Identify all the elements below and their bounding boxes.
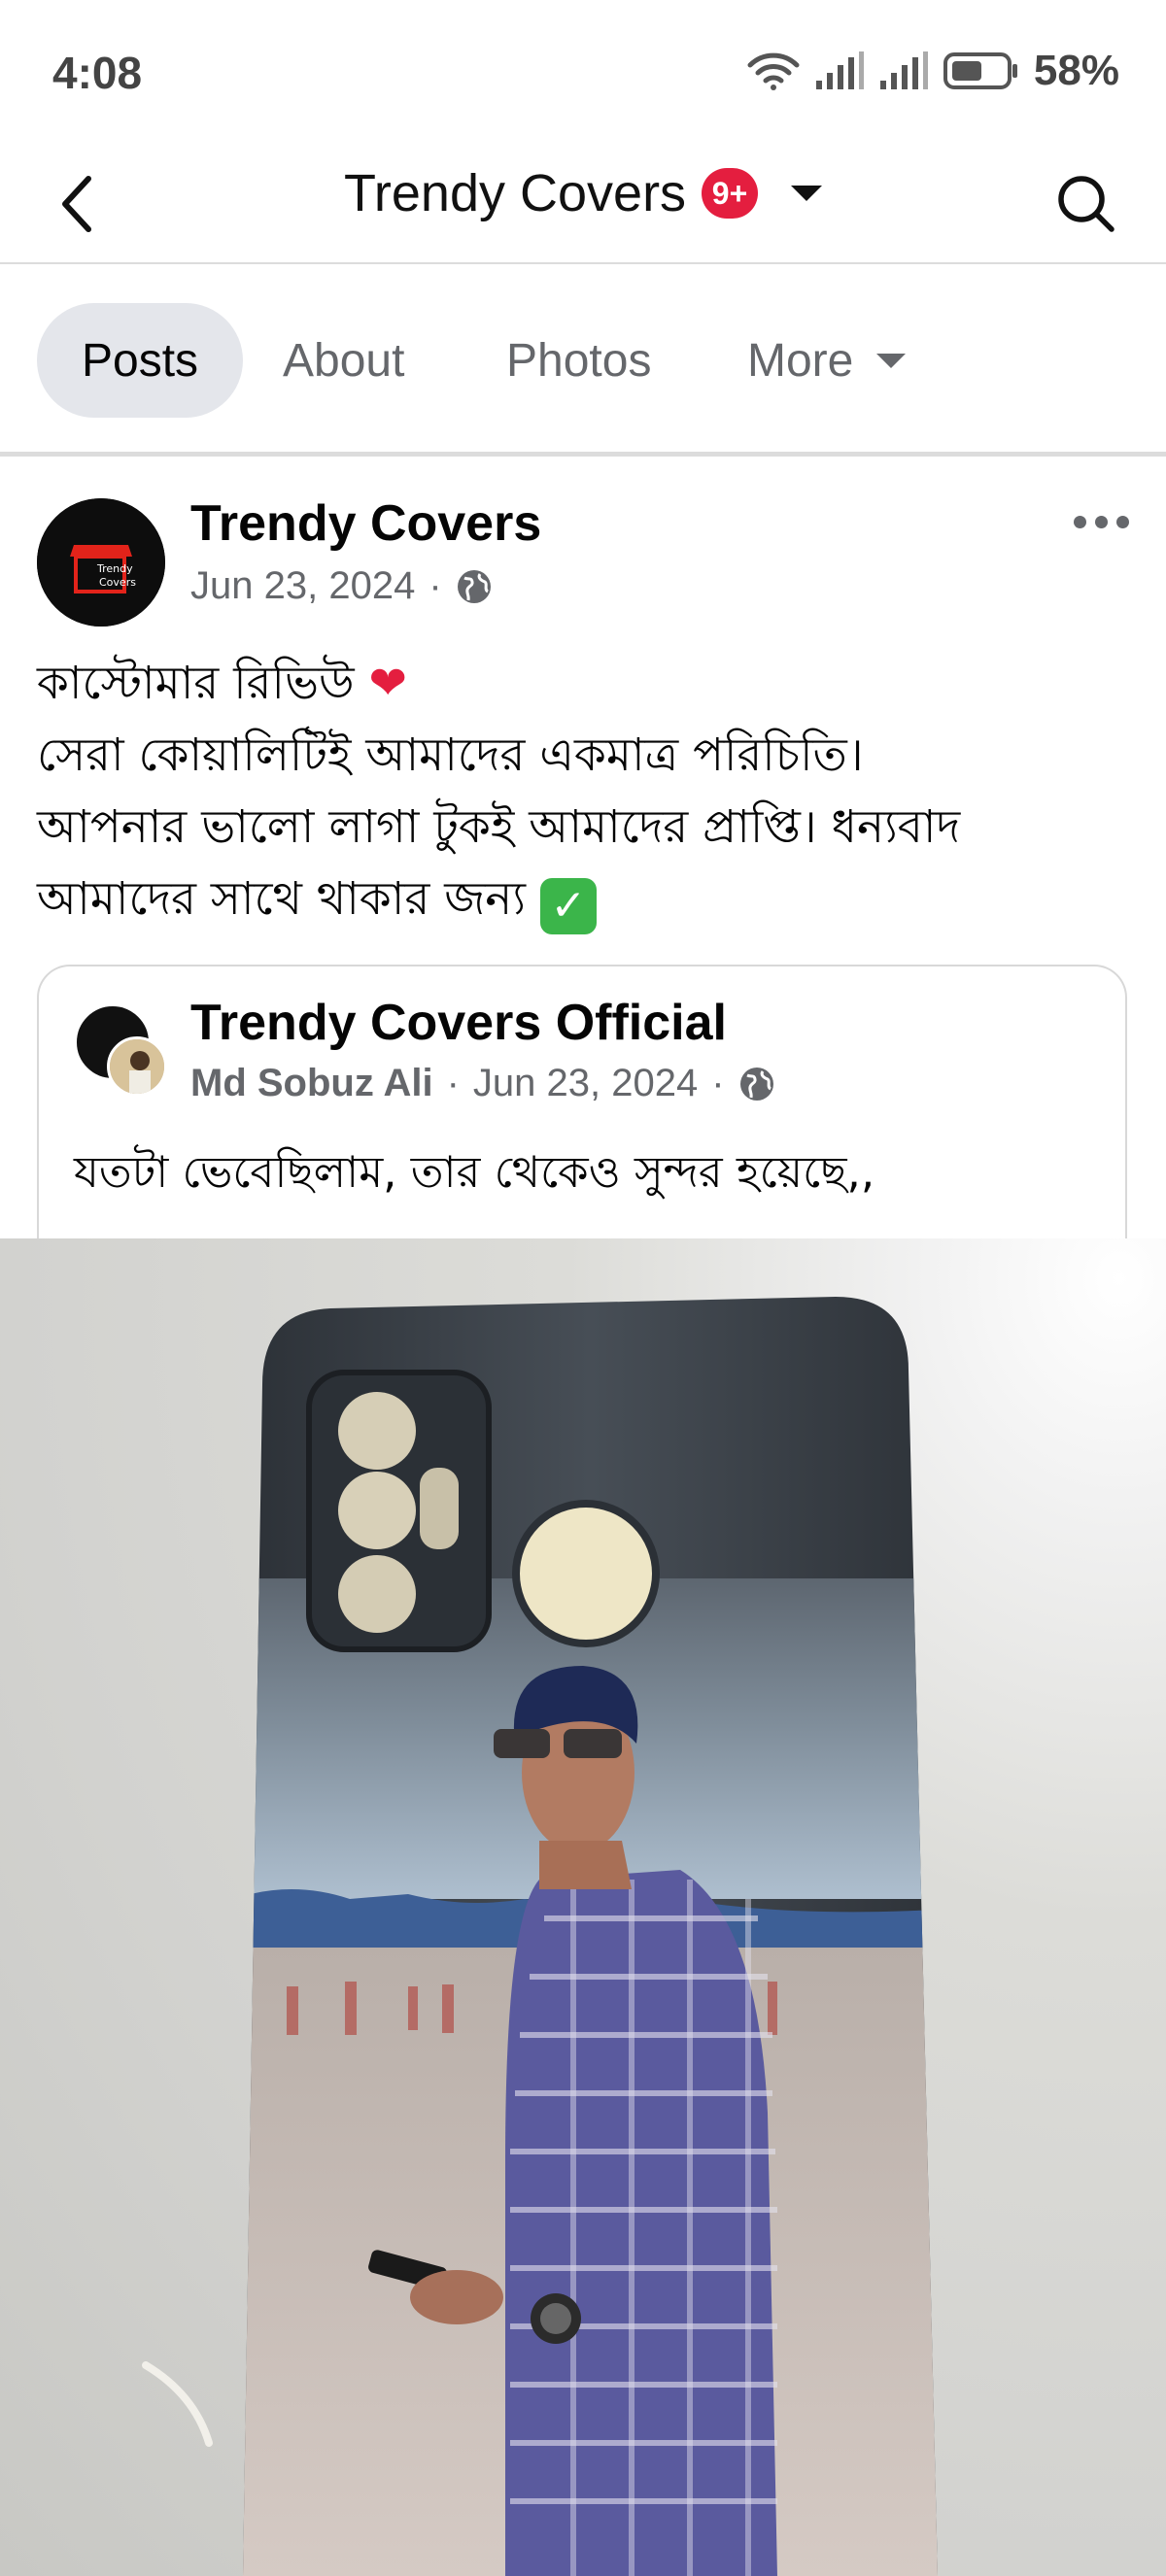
shared-date[interactable]: Jun 23, 2024 xyxy=(473,1062,698,1105)
avatar[interactable]: Trendy Covers xyxy=(37,498,165,627)
tab-more-label: More xyxy=(747,334,854,387)
chevron-down-icon xyxy=(876,353,907,368)
globe-icon xyxy=(739,1067,773,1101)
shared-page-name[interactable]: Trendy Covers Official xyxy=(190,994,727,1052)
signal-icon xyxy=(815,51,864,89)
post-text-line-3: আপনার ভালো লাগা টুকই আমাদের প্রাপ্তি। ধন… xyxy=(37,800,961,854)
heart-icon: ❤ xyxy=(368,657,407,710)
post-text-line-2: সেরা কোয়ালিটিই আমাদের একমাত্র পরিচিতি। xyxy=(37,729,864,782)
tab-more[interactable]: More xyxy=(747,303,907,418)
tab-about[interactable]: About xyxy=(283,303,404,418)
post-date[interactable]: Jun 23, 2024 xyxy=(190,564,415,608)
svg-text:Trendy: Trendy xyxy=(96,562,133,575)
tab-photos[interactable]: Photos xyxy=(506,303,651,418)
phone-case-photo xyxy=(142,1297,938,2576)
post-meta: Jun 23, 2024 · xyxy=(190,564,493,608)
page-tabs: Posts About Photos More xyxy=(0,264,1166,457)
meta-separator: · xyxy=(711,1062,725,1104)
search-icon xyxy=(1058,176,1115,232)
tab-posts[interactable]: Posts xyxy=(37,303,244,418)
page-logo: Trendy Covers xyxy=(37,498,165,627)
page-title-group[interactable]: Trendy Covers 9+ xyxy=(0,163,1166,223)
globe-icon xyxy=(457,569,491,603)
shared-post-meta: Md Sobuz Ali · Jun 23, 2024 · xyxy=(190,1062,775,1105)
shared-post-card[interactable]: Trendy Covers Official Md Sobuz Ali · Ju… xyxy=(37,965,1127,1256)
shared-avatar[interactable] xyxy=(74,1003,167,1097)
post-author[interactable]: Trendy Covers xyxy=(190,494,541,553)
status-bar: 4:08 58% xyxy=(0,0,1166,146)
signal-icon-2 xyxy=(879,51,928,89)
post-text: কাস্টোমার রিভিউ ❤ সেরা কোয়ালিটিই আমাদের… xyxy=(37,648,1125,935)
notification-badge: 9+ xyxy=(702,168,759,219)
svg-text:Covers: Covers xyxy=(99,576,136,589)
post-photo[interactable] xyxy=(0,1238,1166,2576)
post-text-line-4: আমাদের সাথে থাকার জন্য xyxy=(37,872,526,926)
check-mark-icon: ✓ xyxy=(539,878,597,934)
shared-post-text: যতটা ভেবেছিলাম, তার থেকেও সুন্দর হয়েছে,… xyxy=(74,1146,875,1198)
status-time: 4:08 xyxy=(52,48,143,98)
more-options-icon[interactable] xyxy=(1074,516,1129,528)
status-icons: 58% xyxy=(746,47,1119,95)
battery-icon xyxy=(943,52,1017,89)
post-text-line-1: কাস্টোমার রিভিউ xyxy=(37,657,355,710)
user-avatar xyxy=(107,1036,167,1097)
meta-separator: · xyxy=(446,1062,460,1104)
dropdown-caret-icon xyxy=(791,186,823,201)
page-title: Trendy Covers xyxy=(343,164,687,222)
shared-author[interactable]: Md Sobuz Ali xyxy=(190,1062,433,1105)
wifi-icon xyxy=(747,52,800,90)
meta-separator: · xyxy=(429,564,442,607)
battery-percentage: 58% xyxy=(1033,47,1119,94)
search-button[interactable] xyxy=(1047,165,1125,243)
page-header: Trendy Covers 9+ xyxy=(0,146,1166,264)
